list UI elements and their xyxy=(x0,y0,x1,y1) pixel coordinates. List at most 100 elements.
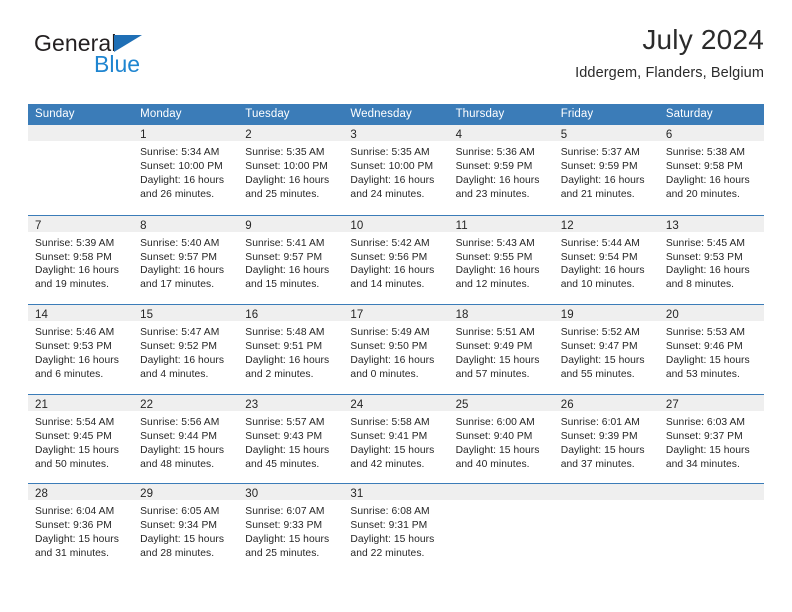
day-details: Sunrise: 5:58 AM Sunset: 9:41 PM Daylight:… xyxy=(343,411,448,472)
day-detail-line: and 21 minutes. xyxy=(560,188,635,200)
day-detail-line: Sunset: 9:58 PM xyxy=(665,160,743,172)
day-detail-line: Sunset: 9:59 PM xyxy=(560,160,638,172)
day-cell-empty xyxy=(28,125,134,215)
day-detail-line: Sunset: 9:58 PM xyxy=(35,251,112,263)
day-cell-12[interactable]: 12 Sunrise: 5:44 AM Sunset: 9:54 PM Dayligh… xyxy=(553,215,659,305)
day-cell-10[interactable]: 10 Sunrise: 5:42 AM Sunset: 9:56 PM Dayligh… xyxy=(343,215,449,305)
day-number: 23 xyxy=(245,398,259,411)
day-detail-line: and 19 minutes. xyxy=(35,279,110,291)
day-number-band: 14 xyxy=(28,305,134,322)
day-number: 31 xyxy=(350,488,364,501)
day-number-band xyxy=(448,484,554,501)
day-cell-24[interactable]: 24 Sunrise: 5:58 AM Sunset: 9:41 PM Dayligh… xyxy=(343,394,449,484)
day-detail-line: and 12 minutes. xyxy=(455,279,530,291)
day-number-band xyxy=(553,484,659,501)
day-detail-line: Sunrise: 5:57 AM xyxy=(245,416,325,428)
day-detail-line: and 23 minutes. xyxy=(455,188,530,200)
day-detail-line: Sunset: 9:47 PM xyxy=(560,341,638,353)
day-cell-26[interactable]: 26 Sunrise: 6:01 AM Sunset: 9:39 PM Dayligh… xyxy=(553,394,659,484)
day-cell-15[interactable]: 15 Sunrise: 5:47 AM Sunset: 9:52 PM Dayligh… xyxy=(133,305,239,394)
calendar-week-row: 7 Sunrise: 5:39 AM Sunset: 9:58 PM Daylight… xyxy=(28,214,764,305)
day-detail-line: Daylight: 16 hours xyxy=(665,174,750,186)
day-cell-6[interactable]: 6 Sunrise: 5:38 AM Sunset: 9:58 PM Daylight… xyxy=(658,125,764,215)
day-cell-empty xyxy=(553,484,659,573)
day-cell-13[interactable]: 13 Sunrise: 5:45 AM Sunset: 9:53 PM Dayligh… xyxy=(658,215,764,305)
day-cell-2[interactable]: 2 Sunrise: 5:35 AM Sunset: 10:00 PM Dayligh… xyxy=(238,125,344,215)
day-cell-27[interactable]: 27 Sunrise: 6:03 AM Sunset: 9:37 PM Dayligh… xyxy=(658,394,764,484)
day-cell-1[interactable]: 1 Sunrise: 5:34 AM Sunset: 10:00 PM Dayligh… xyxy=(133,125,239,215)
day-cell-21[interactable]: 21 Sunrise: 5:54 AM Sunset: 9:45 PM Dayligh… xyxy=(28,394,134,484)
day-details xyxy=(28,141,133,146)
day-detail-line: and 2 minutes. xyxy=(245,368,314,380)
day-number-band: 18 xyxy=(448,305,554,322)
day-detail-line: Sunset: 9:54 PM xyxy=(560,251,638,263)
day-cell-17[interactable]: 17 Sunrise: 5:49 AM Sunset: 9:50 PM Dayligh… xyxy=(343,305,449,394)
day-detail-line: and 17 minutes. xyxy=(140,279,215,291)
day-number-band: 8 xyxy=(133,215,239,232)
day-detail-line: Daylight: 16 hours xyxy=(140,174,225,186)
day-detail-line: and 37 minutes. xyxy=(560,458,635,470)
day-number-band: 30 xyxy=(238,484,344,501)
day-cell-8[interactable]: 8 Sunrise: 5:40 AM Sunset: 9:57 PM Daylight… xyxy=(133,215,239,305)
day-number-band: 12 xyxy=(553,215,659,232)
day-detail-line: and 50 minutes. xyxy=(35,458,110,470)
calendar-week-row: 1 Sunrise: 5:34 AM Sunset: 10:00 PM Dayligh… xyxy=(28,125,764,215)
day-detail-line: Sunrise: 5:46 AM xyxy=(35,327,115,339)
day-cell-19[interactable]: 19 Sunrise: 5:52 AM Sunset: 9:47 PM Dayligh… xyxy=(553,305,659,394)
day-detail-line: and 57 minutes. xyxy=(455,368,530,380)
calendar-body: 1 Sunrise: 5:34 AM Sunset: 10:00 PM Dayligh… xyxy=(28,125,764,573)
day-number: 27 xyxy=(665,398,679,411)
weekday-header-friday: Friday xyxy=(560,108,594,120)
day-cell-empty xyxy=(658,484,764,573)
day-number-band: 31 xyxy=(343,484,449,501)
day-detail-line: and 34 minutes. xyxy=(665,458,740,470)
day-number: 3 xyxy=(350,129,357,141)
day-detail-line: and 45 minutes. xyxy=(245,458,320,470)
day-cell-18[interactable]: 18 Sunrise: 5:51 AM Sunset: 9:49 PM Dayligh… xyxy=(448,305,554,394)
day-detail-line: Daylight: 15 hours xyxy=(665,355,750,366)
day-number: 19 xyxy=(560,309,574,322)
day-detail-line: Daylight: 15 hours xyxy=(35,534,119,546)
day-cell-31[interactable]: 31 Sunrise: 6:08 AM Sunset: 9:31 PM Dayligh… xyxy=(343,484,449,573)
day-number: 10 xyxy=(350,219,364,232)
day-detail-line: and 53 minutes. xyxy=(665,368,740,380)
weekday-header-tuesday: Tuesday xyxy=(245,108,290,120)
day-detail-line: Sunrise: 5:35 AM xyxy=(245,147,325,158)
day-number-band: 17 xyxy=(343,305,449,322)
day-cell-14[interactable]: 14 Sunrise: 5:46 AM Sunset: 9:53 PM Dayligh… xyxy=(28,305,134,394)
day-detail-line: Daylight: 16 hours xyxy=(560,265,645,277)
day-detail-line: and 48 minutes. xyxy=(140,458,215,470)
day-number: 29 xyxy=(140,488,154,501)
day-cell-3[interactable]: 3 Sunrise: 5:35 AM Sunset: 10:00 PM Dayligh… xyxy=(343,125,449,215)
day-detail-line: Sunset: 9:43 PM xyxy=(245,430,323,442)
day-detail-line: Sunrise: 5:39 AM xyxy=(35,237,115,249)
day-cell-4[interactable]: 4 Sunrise: 5:36 AM Sunset: 9:59 PM Daylight… xyxy=(448,125,554,215)
day-cell-23[interactable]: 23 Sunrise: 5:57 AM Sunset: 9:43 PM Dayligh… xyxy=(238,394,344,484)
day-cell-7[interactable]: 7 Sunrise: 5:39 AM Sunset: 9:58 PM Daylight… xyxy=(28,215,134,305)
day-cell-28[interactable]: 28 Sunrise: 6:04 AM Sunset: 9:36 PM Dayligh… xyxy=(28,484,134,573)
day-detail-line: Sunrise: 5:53 AM xyxy=(665,327,746,339)
day-detail-line: Daylight: 15 hours xyxy=(140,444,225,456)
day-cell-25[interactable]: 25 Sunrise: 6:00 AM Sunset: 9:40 PM Dayligh… xyxy=(448,394,554,484)
day-cell-empty xyxy=(448,484,554,573)
day-detail-line: and 15 minutes. xyxy=(245,279,320,291)
day-detail-line: Sunset: 9:49 PM xyxy=(455,341,533,353)
day-details: Sunrise: 5:47 AM Sunset: 9:52 PM Daylight:… xyxy=(133,321,238,382)
day-cell-5[interactable]: 5 Sunrise: 5:37 AM Sunset: 9:59 PM Daylight… xyxy=(553,125,659,215)
day-number: 11 xyxy=(455,219,468,232)
calendar-week-row: 14 Sunrise: 5:46 AM Sunset: 9:53 PM Dayligh… xyxy=(28,304,764,394)
day-detail-line: Sunset: 10:00 PM xyxy=(245,160,328,172)
day-number-band: 26 xyxy=(553,394,659,411)
day-number: 4 xyxy=(455,129,463,141)
day-cell-30[interactable]: 30 Sunrise: 6:07 AM Sunset: 9:33 PM Dayligh… xyxy=(238,484,344,573)
day-cell-29[interactable]: 29 Sunrise: 6:05 AM Sunset: 9:34 PM Dayligh… xyxy=(133,484,239,573)
day-cell-11[interactable]: 11 Sunrise: 5:43 AM Sunset: 9:55 PM Dayligh… xyxy=(448,215,554,305)
day-cell-9[interactable]: 9 Sunrise: 5:41 AM Sunset: 9:57 PM Daylight… xyxy=(238,215,344,305)
day-number-band: 16 xyxy=(238,305,344,322)
day-cell-16[interactable]: 16 Sunrise: 5:48 AM Sunset: 9:51 PM Dayligh… xyxy=(238,305,344,394)
day-cell-22[interactable]: 22 Sunrise: 5:56 AM Sunset: 9:44 PM Dayligh… xyxy=(133,394,239,484)
day-number: 9 xyxy=(245,219,252,232)
day-detail-line: Daylight: 16 hours xyxy=(140,265,225,277)
day-detail-line: Sunrise: 5:51 AM xyxy=(455,327,535,339)
day-cell-20[interactable]: 20 Sunrise: 5:53 AM Sunset: 9:46 PM Dayligh… xyxy=(658,305,764,394)
